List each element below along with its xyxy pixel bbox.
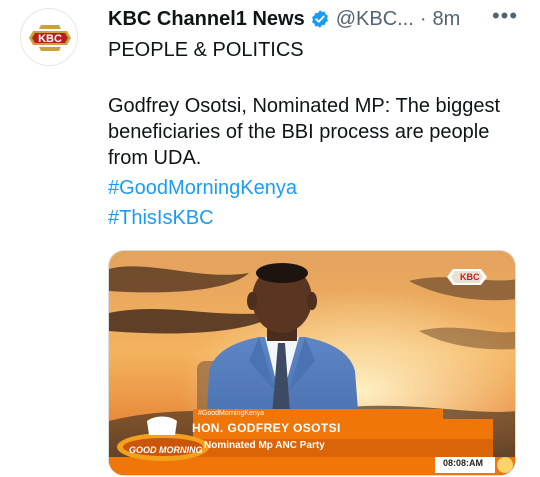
- hashtag-link[interactable]: #GoodMorningKenya: [108, 175, 297, 201]
- author-handle[interactable]: @KBC...: [336, 8, 414, 31]
- kbc-logo-icon: KBC: [21, 9, 77, 65]
- author-display-name[interactable]: KBC Channel1 News: [108, 8, 305, 31]
- hashtag-link[interactable]: #ThisIsKBC: [108, 205, 214, 231]
- lower-third-name: HON. GODFREY OSOTSI: [192, 421, 341, 435]
- separator-dot: ·: [419, 7, 427, 30]
- verified-badge-icon: [310, 9, 330, 29]
- tweet-body: Godfrey Osotsi, Nominated MP: The bigges…: [108, 95, 501, 169]
- author-avatar[interactable]: KBC: [20, 8, 78, 66]
- lower-third-hashtag: #GoodMorningKenya: [198, 410, 265, 417]
- channel-bug: KBC: [460, 272, 480, 282]
- lower-third-role: Nominated Mp ANC Party: [204, 440, 325, 451]
- tweet-header: KBC Channel1 News @KBC... · 8m: [108, 4, 460, 34]
- tweet-timestamp[interactable]: 8m: [433, 8, 461, 31]
- show-logo: GOOD MORNING: [129, 445, 203, 455]
- tweet-category: PEOPLE & POLITICS: [108, 39, 304, 61]
- tweet[interactable]: KBC KBC Channel1 News @KBC... · 8m ••• P…: [0, 0, 540, 477]
- more-options-icon[interactable]: •••: [485, 5, 525, 32]
- broadcast-clock: 08:08:AM: [443, 458, 484, 468]
- svg-text:KBC: KBC: [38, 33, 62, 45]
